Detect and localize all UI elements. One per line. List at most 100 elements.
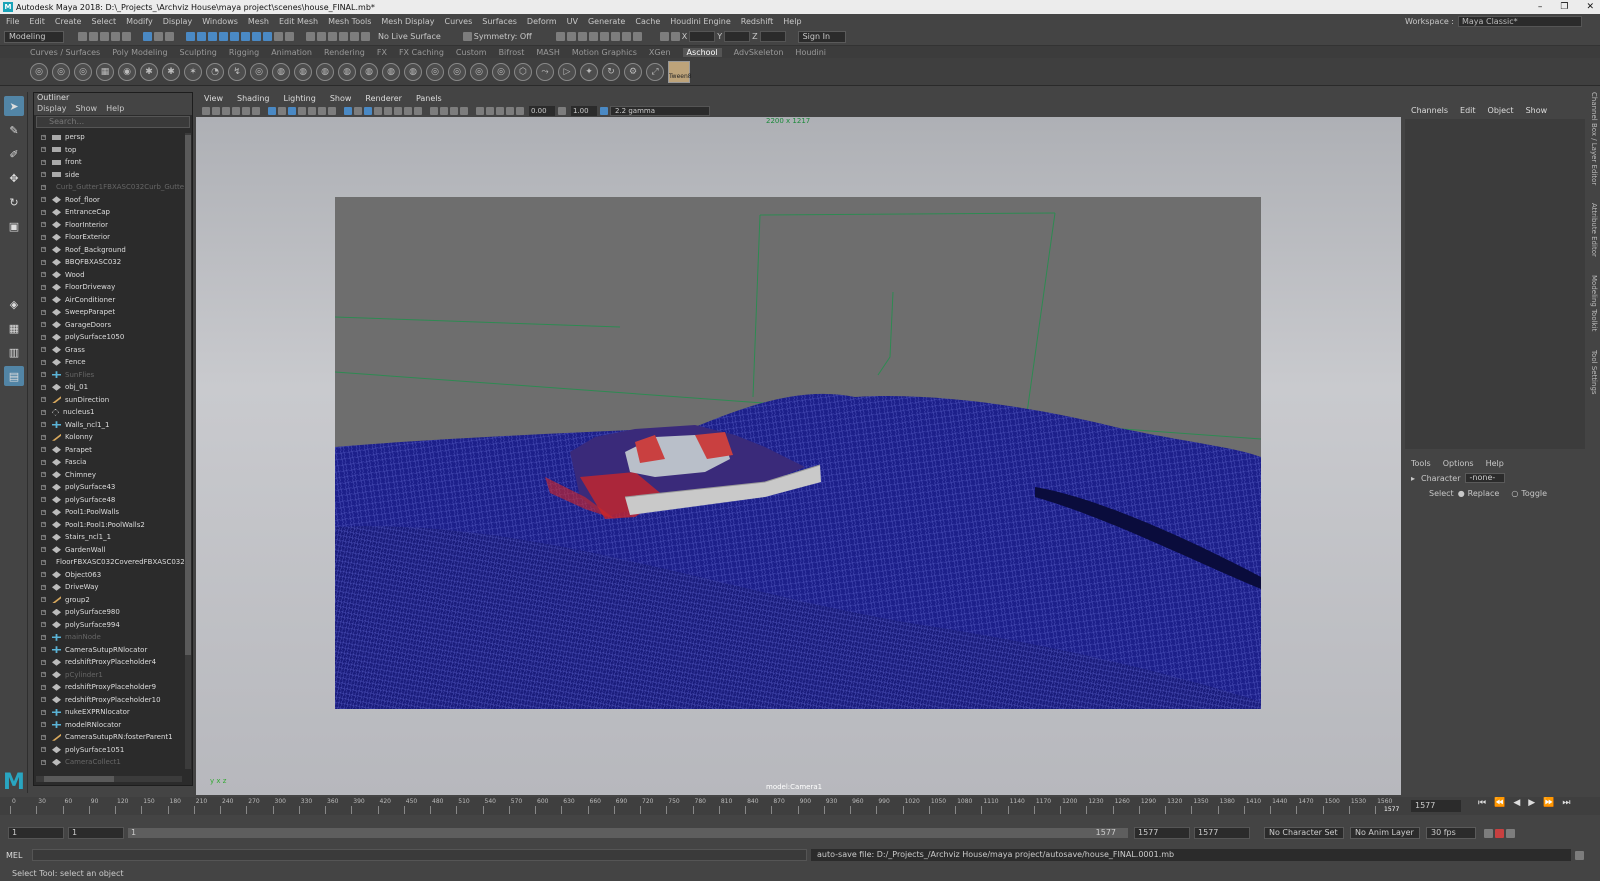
ipr-render-icon[interactable]	[577, 32, 587, 41]
shelf-tool-icon[interactable]: ↻	[602, 62, 620, 81]
character-dropdown[interactable]: -none-	[1464, 473, 1505, 483]
shelf-tool-icon[interactable]: ⤳	[536, 62, 554, 81]
shelf-tab-aschool[interactable]: Aschool	[682, 47, 722, 57]
image-plane-icon[interactable]	[232, 106, 240, 115]
outliner-item[interactable]: +group	[34, 769, 184, 772]
motion-blur-icon[interactable]	[440, 106, 448, 115]
menu-surfaces[interactable]: Surfaces	[482, 17, 517, 26]
outliner-item[interactable]: + Fence	[34, 356, 184, 369]
range-slider[interactable]: 1 1577	[128, 828, 1128, 838]
maximize-button[interactable]: ❐	[1560, 0, 1568, 14]
menu-file[interactable]: File	[6, 17, 19, 26]
safe-action-icon[interactable]	[318, 106, 326, 115]
go-to-start-icon[interactable]: ⏮	[1478, 798, 1486, 808]
shelf-tool-icon[interactable]: ◍	[338, 62, 356, 81]
shelf-tool-icon[interactable]: ◎	[30, 62, 48, 81]
redo-icon[interactable]	[122, 32, 131, 41]
shelf-tool-icon[interactable]: ⤢	[646, 62, 664, 81]
menu-edit-mesh[interactable]: Edit Mesh	[279, 17, 318, 26]
workspace-dropdown[interactable]: Maya Classic*	[1458, 15, 1582, 27]
snap-view-icon[interactable]	[350, 32, 359, 41]
animation-prefs-icon[interactable]	[1506, 828, 1515, 838]
expand-icon[interactable]: +	[41, 722, 46, 728]
expand-icon[interactable]: +	[41, 609, 46, 615]
menu-generate[interactable]: Generate	[588, 17, 625, 26]
outliner-item[interactable]: + Roof_floor	[34, 194, 184, 207]
outliner-item[interactable]: + modelRNlocator	[34, 719, 184, 732]
relative-mode-icon[interactable]	[670, 32, 680, 41]
expand-icon[interactable]: +	[41, 672, 46, 678]
expand-icon[interactable]: +	[41, 197, 46, 203]
outliner-item[interactable]: + nucleus1	[34, 406, 184, 419]
menu-uv[interactable]: UV	[567, 17, 578, 26]
shelf-tool-icon[interactable]: ◎	[250, 62, 268, 81]
expand-icon[interactable]: +	[41, 209, 46, 215]
character-set-dropdown[interactable]: No Character Set	[1264, 827, 1344, 839]
select-component-icon[interactable]	[165, 32, 174, 41]
outliner-item[interactable]: + front	[34, 156, 184, 169]
expand-icon[interactable]: +	[41, 634, 46, 640]
shelf-tab-advskeleton[interactable]: AdvSkeleton	[734, 48, 784, 57]
rotate-tool-icon[interactable]: ↻	[4, 192, 24, 212]
outliner-layout-icon[interactable]: ▤	[4, 366, 24, 386]
outliner-item[interactable]: + Chimney	[34, 469, 184, 482]
pick-mask-icon[interactable]	[197, 32, 206, 41]
expand-icon[interactable]: +	[41, 247, 46, 253]
expand-icon[interactable]: +	[41, 747, 46, 753]
expand-icon[interactable]: +	[41, 297, 46, 303]
outliner-item[interactable]: + DriveWay	[34, 581, 184, 594]
shelf-tab-bifrost[interactable]: Bifrost	[499, 48, 525, 57]
shelf-tab-sculpting[interactable]: Sculpting	[180, 48, 217, 57]
outliner-item[interactable]: + Kolonny	[34, 431, 184, 444]
shelf-tool-icon[interactable]: ◍	[382, 62, 400, 81]
shelf-tool-icon[interactable]: ◎	[492, 62, 510, 81]
command-input[interactable]	[32, 849, 807, 861]
key-icon[interactable]: ▸	[1411, 474, 1415, 483]
shelf-tool-icon[interactable]: ◉	[118, 62, 136, 81]
expand-icon[interactable]: +	[41, 684, 46, 690]
expand-icon[interactable]: +	[41, 184, 46, 190]
menu-help[interactable]: Help	[783, 17, 801, 26]
shelf-tool-icon[interactable]: ✱	[162, 62, 180, 81]
exposure-icon[interactable]	[516, 106, 524, 115]
four-view-layout-icon[interactable]: ▦	[4, 318, 24, 338]
expand-icon[interactable]: +	[41, 534, 46, 540]
go-to-end-icon[interactable]: ⏭	[1562, 798, 1570, 808]
resolution-gate-icon[interactable]	[288, 106, 296, 115]
viewport-menu-show[interactable]: Show	[330, 94, 352, 103]
outliner-item[interactable]: + Fascia	[34, 456, 184, 469]
pick-mask-icon[interactable]	[252, 32, 261, 41]
pick-mask-icon[interactable]	[230, 32, 239, 41]
outliner-hscrollbar[interactable]	[36, 776, 182, 782]
outliner-item[interactable]: + Curb_Gutter1FBXASC032Curb_Gutter1F	[34, 181, 184, 194]
viewport-menu-lighting[interactable]: Lighting	[283, 94, 315, 103]
xray-icon[interactable]	[374, 106, 382, 115]
shelf-tool-icon[interactable]: ◍	[316, 62, 334, 81]
menu-redshift[interactable]: Redshift	[741, 17, 773, 26]
shelf-tab-fx-caching[interactable]: FX Caching	[399, 48, 444, 57]
replace-radio[interactable]: ●	[1458, 489, 1465, 498]
outliner-item[interactable]: + CameraSutupRN:fosterParent1	[34, 731, 184, 744]
xray-active-icon[interactable]	[486, 106, 494, 115]
move-tool-icon[interactable]: ✥	[4, 168, 24, 188]
multisample-aa-icon[interactable]	[450, 106, 458, 115]
expand-icon[interactable]: +	[41, 384, 46, 390]
shelf-tab-houdini[interactable]: Houdini	[795, 48, 826, 57]
expand-icon[interactable]: +	[41, 159, 46, 165]
snap-projected-icon[interactable]	[339, 32, 348, 41]
snap-live-icon[interactable]	[361, 32, 370, 41]
safe-title-icon[interactable]	[328, 106, 336, 115]
outliner-item[interactable]: + group2	[34, 594, 184, 607]
shelf-tool-icon[interactable]: ◍	[404, 62, 422, 81]
channel-box-area[interactable]	[1405, 119, 1585, 449]
outliner-item[interactable]: + SunFlies	[34, 369, 184, 382]
shelf-tab-xgen[interactable]: XGen	[649, 48, 671, 57]
persp-outliner-layout-icon[interactable]: ▥	[4, 342, 24, 362]
shelf-tab-curves-surfaces[interactable]: Curves / Surfaces	[30, 48, 100, 57]
snap-curve-icon[interactable]	[317, 32, 326, 41]
expand-icon[interactable]: +	[41, 284, 46, 290]
expand-icon[interactable]: +	[41, 547, 46, 553]
ambient-occlusion-icon[interactable]	[430, 106, 438, 115]
expand-icon[interactable]: +	[41, 397, 46, 403]
fps-dropdown[interactable]: 30 fps	[1426, 827, 1476, 839]
